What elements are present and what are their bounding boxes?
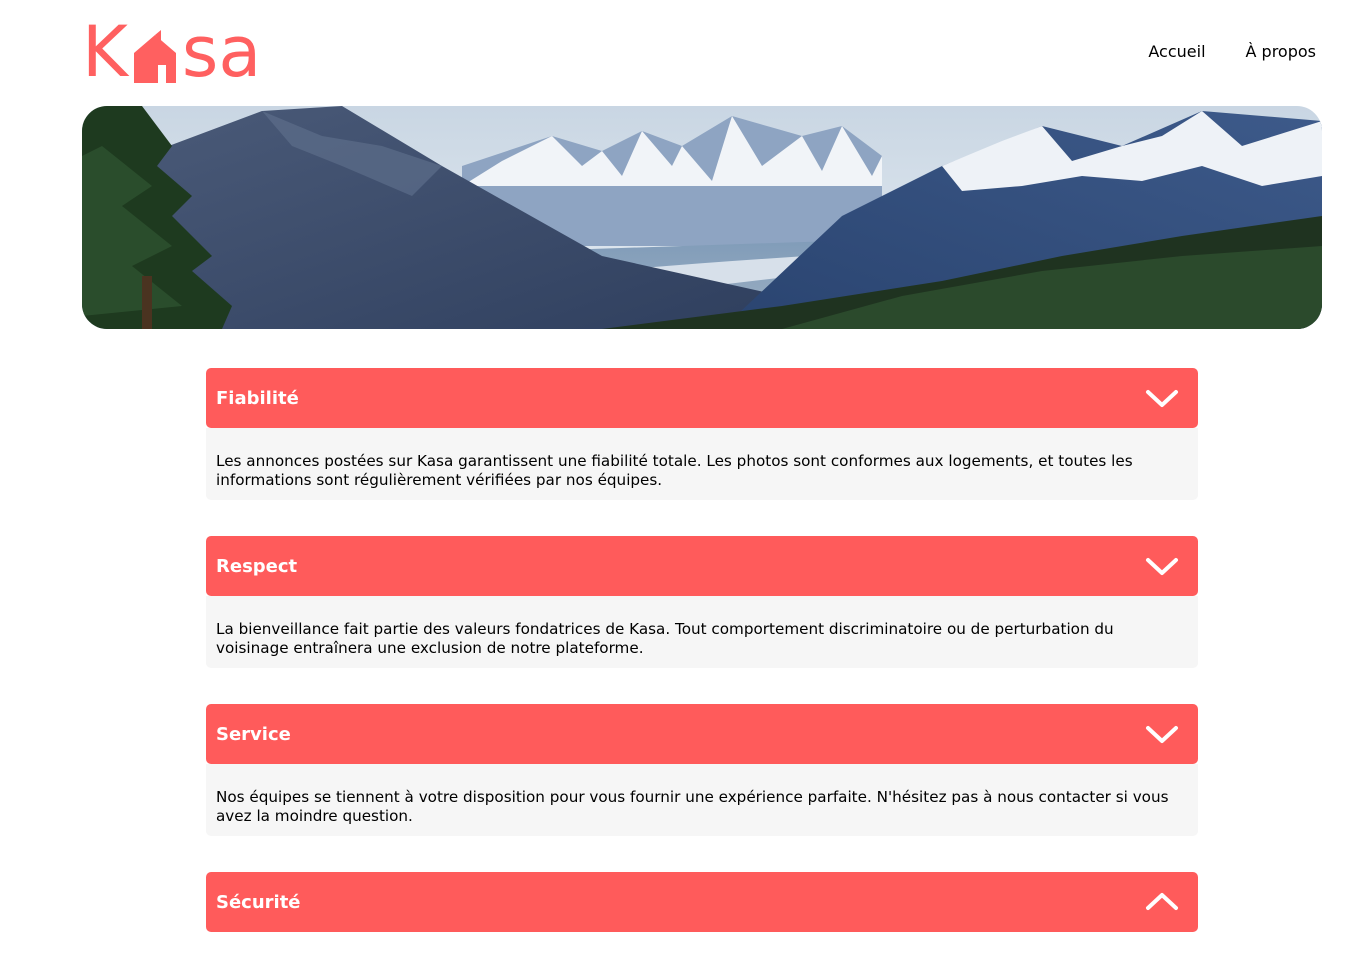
accordion-text: Les annonces postées sur Kasa garantisse… (216, 452, 1133, 489)
accordion-title: Respect (216, 555, 298, 577)
accordion-title: Sécurité (216, 891, 301, 913)
logo-letter-a: a (218, 11, 262, 93)
chevron-down-icon[interactable] (1144, 554, 1180, 578)
chevron-down-icon[interactable] (1144, 386, 1180, 410)
nav-link-a-propos[interactable]: À propos (1246, 42, 1316, 61)
kasa-logo[interactable]: K s a (82, 16, 298, 88)
mountain-landscape-image (82, 106, 1322, 329)
accordion-title: Fiabilité (216, 387, 299, 409)
site-header: K s a Accueil À propos (82, 16, 1322, 88)
accordion-body: Les annonces postées sur Kasa garantisse… (206, 428, 1198, 500)
main-nav: Accueil À propos (1148, 42, 1316, 61)
accordion-title: Service (216, 723, 291, 745)
chevron-up-icon[interactable] (1144, 890, 1180, 914)
accordion-body: Nos équipes se tiennent à votre disposit… (206, 764, 1198, 836)
house-icon (133, 30, 176, 83)
logo-letter-s: s (181, 11, 219, 93)
logo-letter-k: K (82, 11, 128, 93)
nav-link-accueil[interactable]: Accueil (1148, 42, 1205, 61)
accordion-text: La bienveillance fait partie des valeurs… (216, 620, 1114, 657)
banner-image (82, 106, 1322, 329)
accordion-header-securite[interactable]: Sécurité (206, 872, 1198, 932)
accordion-header-respect[interactable]: Respect (206, 536, 1198, 596)
values-accordions: Fiabilité Les annonces postées sur Kasa … (206, 368, 1198, 953)
accordion-header-service[interactable]: Service (206, 704, 1198, 764)
accordion-text: Nos équipes se tiennent à votre disposit… (216, 788, 1169, 825)
accordion-securite: Sécurité (206, 872, 1198, 932)
accordion-respect: Respect La bienveillance fait partie des… (206, 536, 1198, 668)
accordion-fiabilite: Fiabilité Les annonces postées sur Kasa … (206, 368, 1198, 500)
accordion-body: La bienveillance fait partie des valeurs… (206, 596, 1198, 668)
accordion-service: Service Nos équipes se tiennent à votre … (206, 704, 1198, 836)
chevron-down-icon[interactable] (1144, 722, 1180, 746)
accordion-header-fiabilite[interactable]: Fiabilité (206, 368, 1198, 428)
